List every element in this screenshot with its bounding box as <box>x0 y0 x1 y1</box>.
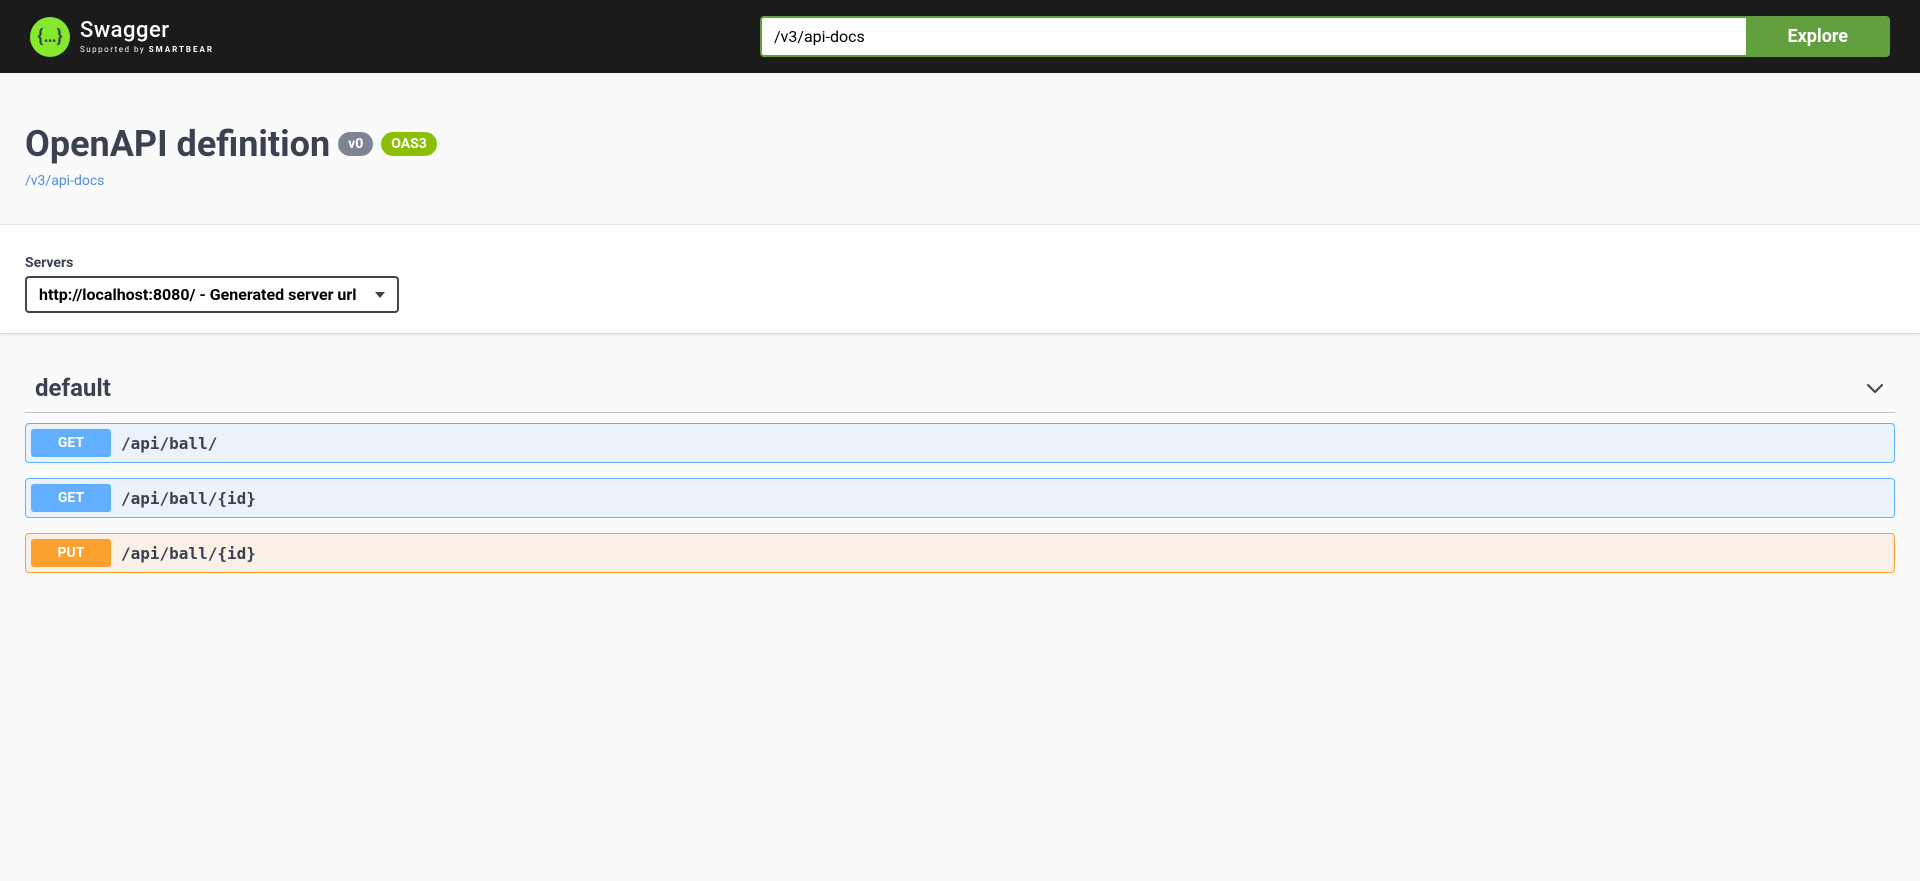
operations-container: default GET/api/ball/GET/api/ball/{id}PU… <box>0 334 1920 618</box>
swagger-logo-text: Swagger Supported by SMARTBEAR <box>80 20 214 54</box>
spec-url-input[interactable] <box>760 16 1746 57</box>
api-title: OpenAPI definition <box>25 123 330 165</box>
operation-path: /api/ball/{id} <box>121 544 256 563</box>
method-badge: PUT <box>31 539 111 567</box>
operation-block[interactable]: PUT/api/ball/{id} <box>25 533 1895 573</box>
tag-name: default <box>35 374 111 402</box>
method-badge: GET <box>31 429 111 457</box>
explore-button[interactable]: Explore <box>1746 16 1890 57</box>
swagger-logo-icon: {…} <box>30 17 70 57</box>
logo-brand: Swagger <box>80 20 214 42</box>
oas-badge: OAS3 <box>381 132 437 156</box>
operation-block[interactable]: GET/api/ball/{id} <box>25 478 1895 518</box>
chevron-down-icon <box>1865 378 1885 398</box>
topbar: {…} Swagger Supported by SMARTBEAR Explo… <box>0 0 1920 73</box>
swagger-logo: {…} Swagger Supported by SMARTBEAR <box>30 17 214 57</box>
operation-path: /api/ball/{id} <box>121 489 256 508</box>
url-bar: Explore <box>760 16 1890 57</box>
operation-block[interactable]: GET/api/ball/ <box>25 423 1895 463</box>
servers-label: Servers <box>25 255 1895 271</box>
title-row: OpenAPI definition v0 OAS3 <box>25 123 1895 165</box>
operation-path: /api/ball/ <box>121 434 217 453</box>
logo-subtitle: Supported by SMARTBEAR <box>80 46 214 54</box>
operations-list: GET/api/ball/GET/api/ball/{id}PUT/api/ba… <box>25 423 1895 573</box>
version-badge: v0 <box>338 132 373 156</box>
method-badge: GET <box>31 484 111 512</box>
server-select-wrap: http://localhost:8080/ - Generated serve… <box>25 276 399 313</box>
server-select[interactable]: http://localhost:8080/ - Generated serve… <box>25 276 399 313</box>
servers-section: Servers http://localhost:8080/ - Generat… <box>0 225 1920 334</box>
info-section: OpenAPI definition v0 OAS3 /v3/api-docs <box>0 73 1920 225</box>
tag-header[interactable]: default <box>25 364 1895 413</box>
spec-link[interactable]: /v3/api-docs <box>25 173 104 189</box>
